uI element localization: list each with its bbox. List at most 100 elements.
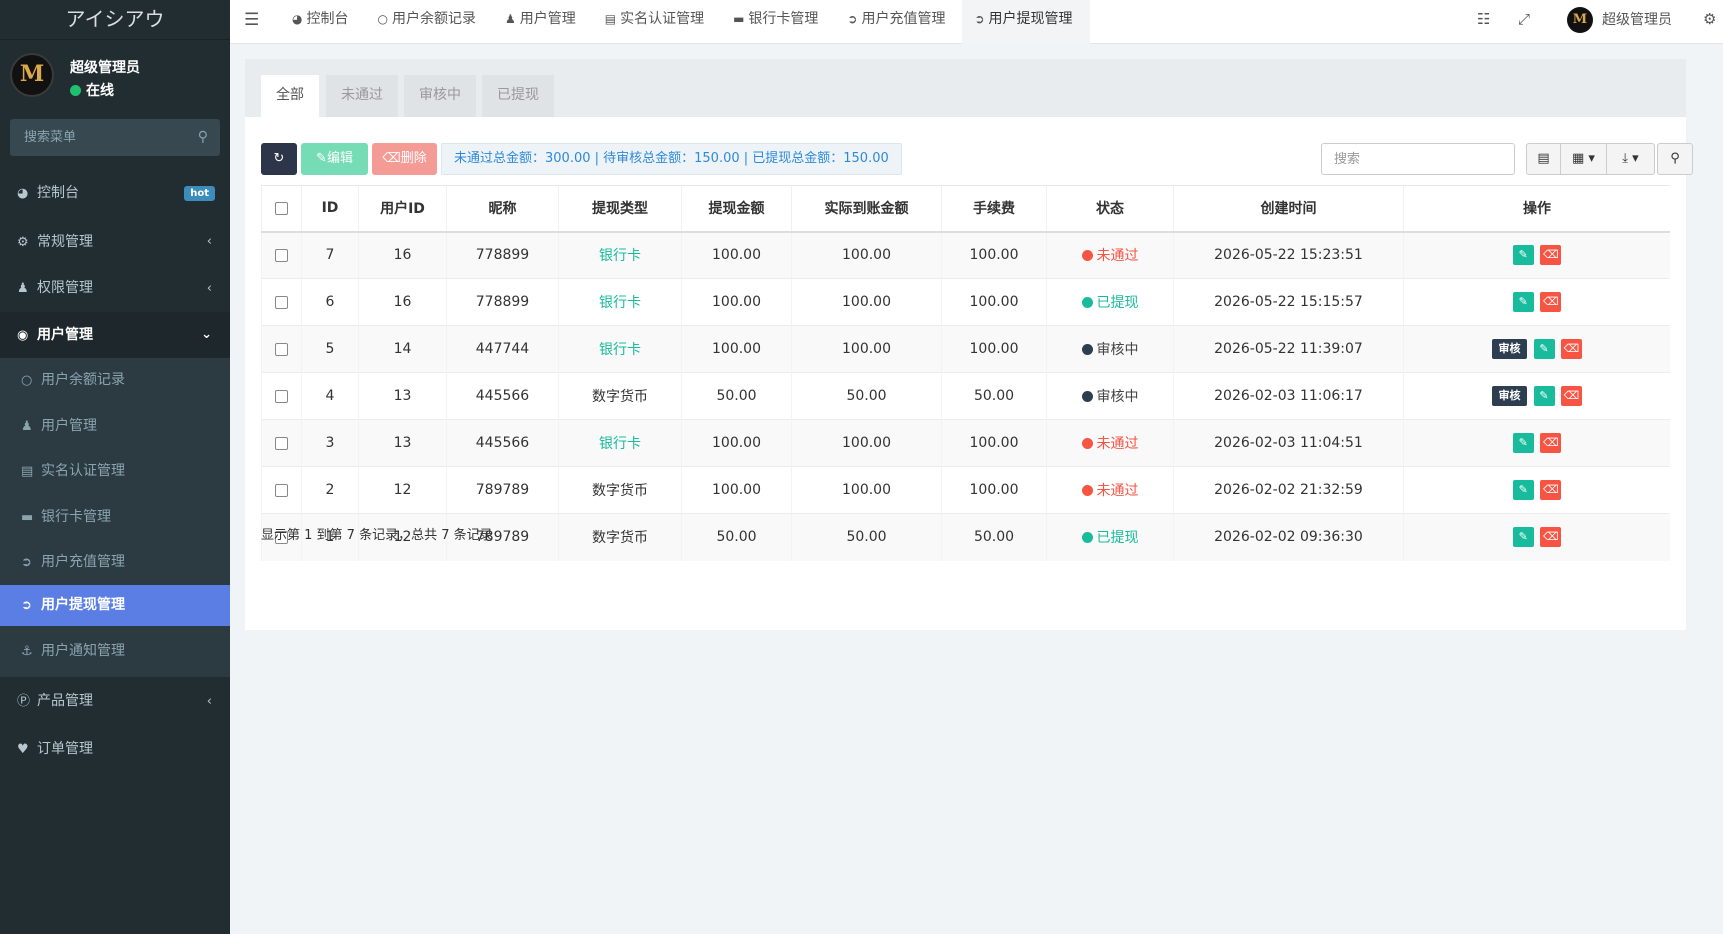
edit-button[interactable]: ✎编辑 (301, 143, 368, 175)
refresh-button[interactable]: ↻ (261, 143, 297, 175)
cell-ops: ✎ ⌫ (1403, 231, 1670, 279)
sidebar-item-product[interactable]: Ⓟ 产品管理 ‹ (0, 677, 230, 726)
filter-tab-reviewing[interactable]: 审核中 (404, 75, 476, 117)
table-row[interactable]: 3 13 445566 银行卡 100.00 100.00 100.00 未通过 2026-02… (261, 419, 1670, 467)
tab-bankcard[interactable]: ▬ 银行卡管理 (721, 0, 835, 44)
filter-tab-rejected[interactable]: 未通过 (326, 75, 398, 117)
sidebar-item-permission[interactable]: ♟ 权限管理 ‹ (0, 265, 230, 312)
row-edit-button[interactable]: ✎ (1533, 386, 1555, 406)
table-row[interactable]: 5 14 447744 银行卡 100.00 100.00 100.00 审核中 2026-05… (261, 325, 1670, 373)
cell-actual: 100.00 (791, 231, 942, 279)
audit-button[interactable]: 审核 (1492, 339, 1528, 359)
row-checkbox[interactable] (275, 248, 288, 262)
table-row[interactable]: 4 13 445566 数字货币 50.00 50.00 50.00 审核中 2026-02-0… (261, 372, 1670, 420)
sidebar-item-users[interactable]: ◉ 用户管理 ⌄ (0, 312, 230, 358)
header-actual[interactable]: 实际到账金额 (791, 185, 942, 233)
cell-type[interactable]: 银行卡 (558, 325, 682, 373)
fullscreen-icon[interactable]: ⤢ (1518, 10, 1530, 28)
menu-toggle-icon[interactable]: ☰ (244, 10, 259, 30)
header-nick[interactable]: 昵称 (446, 185, 559, 233)
sidebar-item-withdraw[interactable]: ➲ 用户提现管理 (0, 585, 230, 626)
table-row[interactable]: 2 12 789789 数字货币 100.00 100.00 100.00 未通过 2026-0… (261, 466, 1670, 514)
nav-avatar[interactable]: M (1567, 7, 1593, 33)
sidebar-item-balance[interactable]: ○ 用户余额记录 (0, 358, 230, 403)
sidebar-search-input[interactable] (10, 119, 180, 156)
export-button[interactable]: ⤓ ▾ (1606, 143, 1655, 175)
tab-realname[interactable]: ▤ 实名认证管理 (593, 0, 721, 44)
row-delete-button[interactable]: ⌫ (1560, 339, 1582, 359)
cell-actual: 100.00 (791, 325, 942, 373)
columns-button[interactable]: ▦ ▾ (1560, 143, 1607, 175)
anchor-icon: ⚓ (21, 644, 33, 659)
select-all-checkbox[interactable] (275, 201, 288, 215)
filter-tab-all[interactable]: 全部 (261, 75, 319, 117)
header-created[interactable]: 创建时间 (1173, 185, 1404, 233)
row-checkbox[interactable] (275, 295, 288, 309)
header-id[interactable]: ID (301, 185, 359, 233)
row-delete-button[interactable]: ⌫ (1540, 527, 1562, 548)
cell-ops: ✎ ⌫ (1403, 419, 1670, 467)
row-delete-button[interactable]: ⌫ (1540, 480, 1562, 500)
row-edit-button[interactable]: ✎ (1512, 433, 1534, 453)
table-row[interactable]: 6 16 778899 银行卡 100.00 100.00 100.00 已提现 2026-05… (261, 278, 1670, 326)
tab-withdraw[interactable]: ➲ 用户提现管理 (962, 0, 1090, 44)
row-edit-button[interactable]: ✎ (1512, 480, 1534, 500)
cell-status: 未通过 (1046, 419, 1174, 467)
translate-icon[interactable]: ☷ (1477, 10, 1490, 28)
gear-icon[interactable]: ⚙ (1703, 10, 1716, 28)
cell-type[interactable]: 银行卡 (558, 278, 682, 326)
sidebar-item-realname[interactable]: ▤ 实名认证管理 (0, 449, 230, 494)
row-checkbox[interactable] (275, 436, 288, 450)
tab-recharge[interactable]: ➲ 用户充值管理 (835, 0, 962, 44)
row-edit-button[interactable]: ✎ (1512, 527, 1534, 548)
pencil-icon: ✎ (1518, 248, 1528, 262)
toggle-view-button[interactable]: ▤ (1526, 143, 1561, 175)
row-checkbox[interactable] (275, 389, 288, 403)
sidebar-item-general[interactable]: ⚙ 常规管理 ‹ (0, 219, 230, 265)
chevron-left-icon: ‹ (206, 281, 212, 296)
audit-button[interactable]: 审核 (1492, 386, 1528, 406)
sidebar-item-order[interactable]: ♥ 订单管理 (0, 726, 230, 773)
row-edit-button[interactable]: ✎ (1512, 245, 1534, 266)
header-uid[interactable]: 用户ID (358, 185, 447, 233)
tab-user-mgmt[interactable]: ♟ 用户管理 (493, 0, 593, 44)
cell-type[interactable]: 银行卡 (558, 419, 682, 467)
brand-logo-text[interactable]: アイシアウ (0, 0, 230, 40)
filter-tab-withdrawn[interactable]: 已提现 (482, 75, 554, 117)
pencil-icon: ✎ (1539, 389, 1549, 402)
cell-uid: 14 (358, 325, 447, 373)
tab-dashboard[interactable]: ◕ 控制台 (280, 0, 365, 44)
sidebar-item-recharge[interactable]: ➲ 用户充值管理 (0, 540, 230, 585)
nav-username[interactable]: 超级管理员 (1602, 9, 1672, 29)
trash-icon: ⌫ (1542, 530, 1559, 544)
header-fee[interactable]: 手续费 (941, 185, 1047, 233)
row-delete-button[interactable]: ⌫ (1540, 245, 1562, 266)
table-row[interactable]: 7 16 778899 银行卡 100.00 100.00 100.00 未通过 2026-05… (261, 231, 1670, 279)
cell-type[interactable]: 银行卡 (558, 231, 682, 279)
cell-id: 5 (301, 325, 359, 373)
sidebar-item-user-mgmt[interactable]: ♟ 用户管理 (0, 403, 230, 449)
advanced-search-button[interactable]: ⚲ (1657, 143, 1693, 175)
tab-balance[interactable]: ○ 用户余额记录 (365, 0, 492, 44)
header-amount[interactable]: 提现金额 (681, 185, 792, 233)
search-icon[interactable]: ⚲ (198, 129, 208, 145)
row-delete-button[interactable]: ⌫ (1540, 433, 1562, 453)
table-search-input[interactable] (1321, 143, 1515, 175)
sidebar-item-bankcard[interactable]: ▬ 银行卡管理 (0, 494, 230, 540)
sidebar-item-notice[interactable]: ⚓ 用户通知管理 (0, 626, 230, 677)
row-edit-button[interactable]: ✎ (1533, 339, 1555, 359)
row-checkbox[interactable] (275, 342, 288, 356)
sidebar-item-dashboard[interactable]: ◕ 控制台 hot (0, 168, 230, 219)
row-checkbox[interactable] (275, 483, 288, 497)
delete-button[interactable]: ⌫删除 (372, 143, 437, 175)
header-status[interactable]: 状态 (1046, 185, 1174, 233)
header-type[interactable]: 提现类型 (558, 185, 682, 233)
row-delete-button[interactable]: ⌫ (1560, 386, 1582, 406)
row-checkbox-cell (261, 372, 302, 420)
cell-status: 审核中 (1046, 325, 1174, 373)
row-edit-button[interactable]: ✎ (1512, 292, 1534, 312)
pagination-info: 显示第 1 到第 7 条记录，总共 7 条记录 (261, 528, 493, 543)
trash-icon: ⌫ (1563, 342, 1580, 355)
sidebar-item-label: 常规管理 (37, 234, 93, 250)
row-delete-button[interactable]: ⌫ (1540, 292, 1562, 312)
